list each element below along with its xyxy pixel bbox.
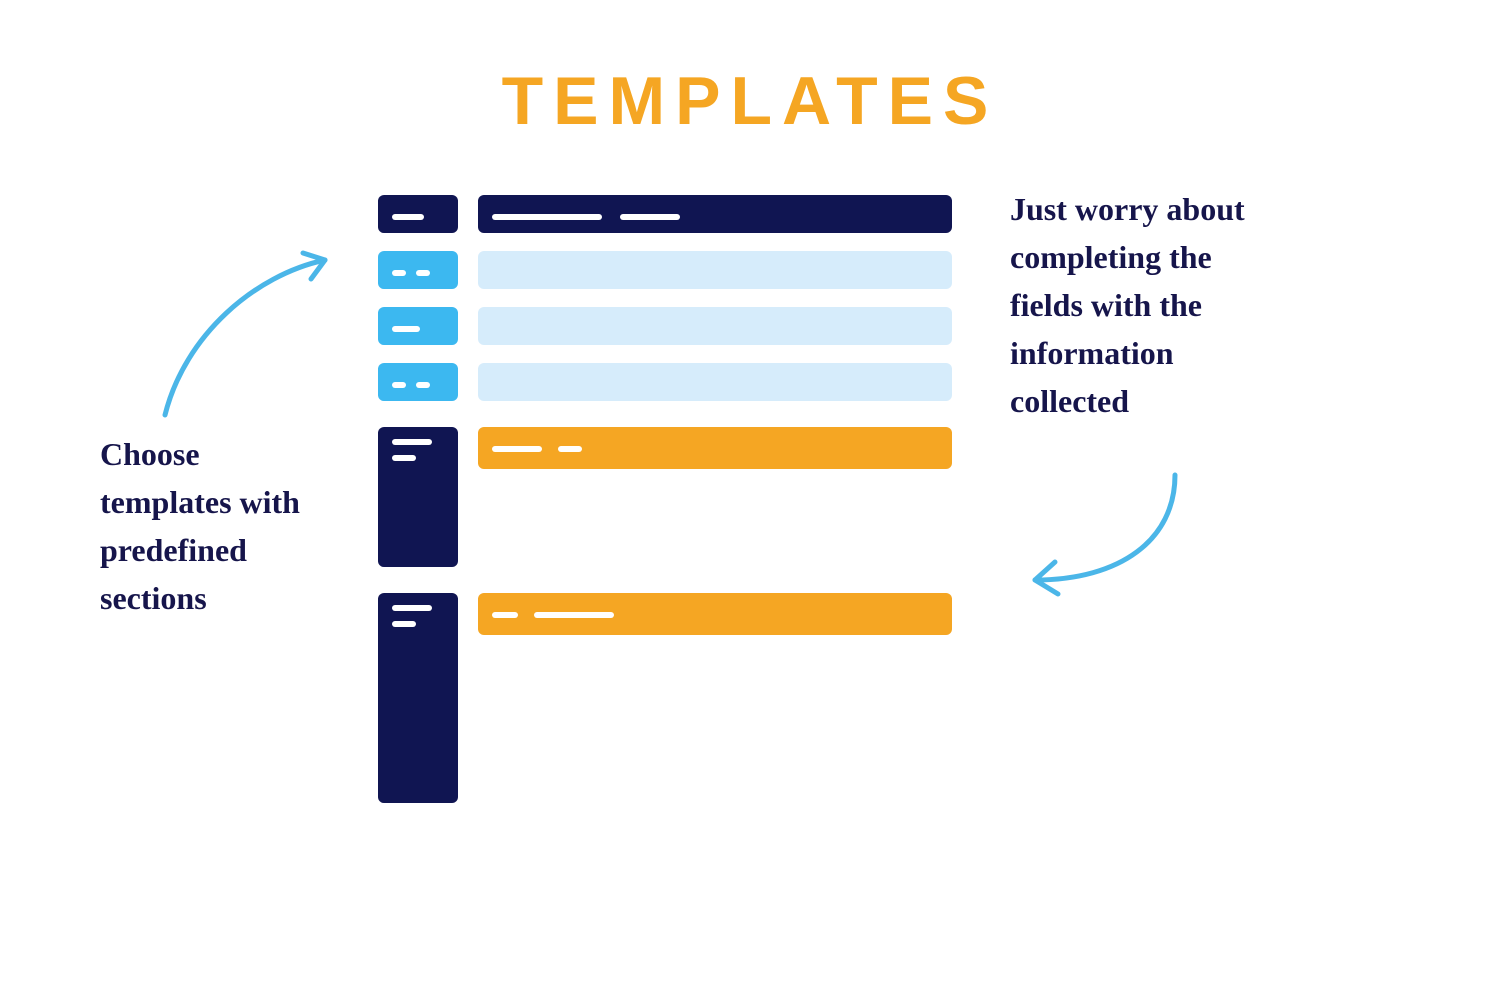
template-field-row: [378, 251, 952, 289]
field-sidecell: [378, 307, 458, 345]
template-section: [378, 427, 952, 567]
template-header-row: [378, 195, 952, 233]
field-maincell: [478, 307, 952, 345]
arrow-right-icon: [1000, 470, 1190, 600]
section-header-bar: [478, 593, 952, 635]
left-caption: Choose templates with predefined section…: [100, 430, 300, 622]
arrow-left-icon: [145, 235, 345, 425]
template-mock: [378, 195, 952, 821]
header-sidecell: [378, 195, 458, 233]
section-header-bar: [478, 427, 952, 469]
template-field-row: [378, 307, 952, 345]
template-section: [378, 593, 952, 803]
field-maincell: [478, 251, 952, 289]
field-sidecell: [378, 251, 458, 289]
header-maincell: [478, 195, 952, 233]
field-sidecell: [378, 363, 458, 401]
section-sidecell: [378, 593, 458, 803]
template-field-row: [378, 363, 952, 401]
right-caption: Just worry about completing the fields w…: [1010, 185, 1290, 425]
field-maincell: [478, 363, 952, 401]
page-title: TEMPLATES: [0, 62, 1500, 140]
section-sidecell: [378, 427, 458, 567]
